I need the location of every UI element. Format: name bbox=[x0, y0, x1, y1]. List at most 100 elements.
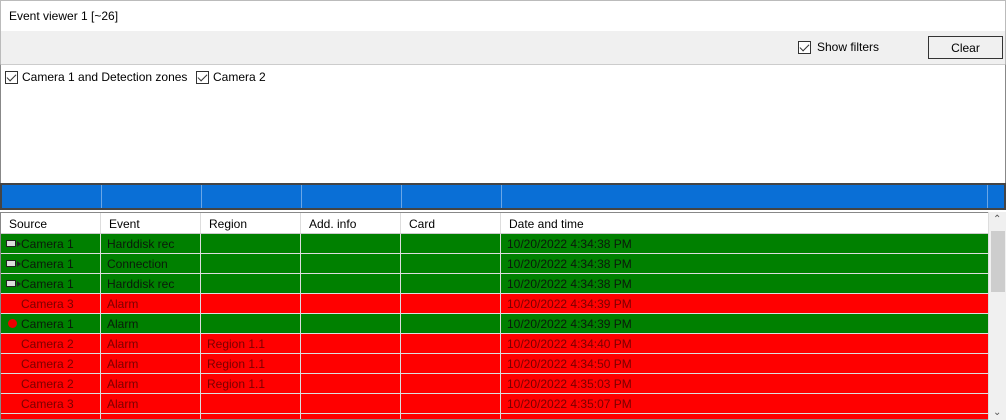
toolbar: Show filters Clear bbox=[0, 31, 1006, 64]
date-time-cell: 10/20/2022 4:34:39 PM bbox=[501, 294, 987, 313]
cell-text: 10/20/2022 4:34:39 PM bbox=[507, 297, 632, 311]
add-info-cell bbox=[301, 354, 401, 373]
card-cell bbox=[401, 294, 501, 313]
table-row[interactable]: Camera 3 Alarm 10/20/2022 4:34:39 PM bbox=[1, 294, 988, 314]
window-title: Event viewer 1 [~26] bbox=[0, 0, 1006, 31]
cell-text: 10/20/2022 4:34:50 PM bbox=[507, 357, 632, 371]
table-row[interactable]: Camera 1 Harddisk rec 10/20/2022 4:34:38 P… bbox=[1, 234, 988, 254]
card-cell bbox=[401, 354, 501, 373]
source-cell: Camera 1 bbox=[1, 314, 101, 333]
date-time-cell: 10/20/2022 4:35:07 PM bbox=[501, 394, 987, 413]
add-info-cell bbox=[301, 334, 401, 353]
table-row[interactable]: Camera 2 Alarm Region 1.1 10/20/2022 4:34:5… bbox=[1, 354, 988, 374]
cell-text: Alarm bbox=[107, 397, 139, 411]
filter-cell[interactable] bbox=[302, 185, 402, 208]
event-cell: Alarm bbox=[101, 334, 201, 353]
cell-text: Camera 2 bbox=[21, 337, 74, 351]
scroll-down-icon[interactable]: ⌄ bbox=[993, 407, 1001, 418]
cell-text: 10/20/2022 4:34:39 PM bbox=[507, 317, 632, 331]
add-info-cell bbox=[301, 274, 401, 293]
table-row[interactable]: Camera 1 Alarm 10/20/2022 4:34:39 PM bbox=[1, 314, 988, 334]
table-row[interactable]: Camera 2 Alarm Region 1.1 10/20/2022 4:34:4… bbox=[1, 334, 988, 354]
filter-cell[interactable] bbox=[102, 185, 202, 208]
cell-text: Harddisk rec bbox=[107, 277, 175, 291]
filter-cell[interactable] bbox=[2, 185, 102, 208]
cell-text: Camera 1 bbox=[21, 277, 74, 291]
date-time-cell: 10/20/2022 4:34:39 PM bbox=[501, 314, 987, 333]
table-row[interactable]: Camera 1 Connection 10/20/2022 4:34:38 PM bbox=[1, 254, 988, 274]
region-cell: Region 1.1 bbox=[201, 334, 301, 353]
column-header-add-info[interactable]: Add. info bbox=[301, 213, 401, 233]
show-filters-checkbox[interactable]: Show filters bbox=[798, 40, 879, 54]
source-cell: Camera 2 bbox=[1, 334, 101, 353]
cell-text: Camera 2 bbox=[21, 377, 74, 391]
filter-cell[interactable] bbox=[202, 185, 302, 208]
date-time-cell: 10/20/2022 4:35:03 PM bbox=[501, 374, 987, 393]
cell-text: 10/20/2022 4:34:38 PM bbox=[507, 237, 632, 251]
card-cell bbox=[401, 374, 501, 393]
checkbox-checked-icon bbox=[798, 40, 811, 54]
add-info-cell bbox=[301, 374, 401, 393]
date-time-cell: 10/20/2022 4:34:38 PM bbox=[501, 234, 987, 253]
column-header-region[interactable]: Region bbox=[201, 213, 301, 233]
source-cell bbox=[1, 414, 101, 419]
table-row[interactable] bbox=[1, 414, 988, 419]
cell-text: 10/20/2022 4:34:40 PM bbox=[507, 337, 632, 351]
add-info-cell bbox=[301, 254, 401, 273]
add-info-cell bbox=[301, 234, 401, 253]
region-cell bbox=[201, 294, 301, 313]
events-table: Source Event Region Add. info Card Date … bbox=[0, 212, 988, 420]
source-cell: Camera 1 bbox=[1, 274, 101, 293]
clear-button[interactable]: Clear bbox=[928, 36, 1003, 59]
card-cell bbox=[401, 274, 501, 293]
event-cell: Alarm bbox=[101, 314, 201, 333]
camera-icon bbox=[6, 260, 21, 267]
card-cell bbox=[401, 234, 501, 253]
cell-text: 10/20/2022 4:35:07 PM bbox=[507, 397, 632, 411]
cell-text: Alarm bbox=[107, 317, 139, 331]
camera-icon bbox=[6, 240, 21, 247]
cell-text: Connection bbox=[107, 257, 168, 271]
source-cell: Camera 2 bbox=[1, 354, 101, 373]
region-cell bbox=[201, 254, 301, 273]
cell-text: 10/20/2022 4:34:38 PM bbox=[507, 257, 632, 271]
filter-label: Camera 1 and Detection zones bbox=[22, 70, 188, 84]
cell-text: Alarm bbox=[107, 297, 139, 311]
column-header-card[interactable]: Card bbox=[401, 213, 501, 233]
vertical-scrollbar[interactable]: ⌃ ⌄ bbox=[988, 212, 1006, 420]
filter-cell[interactable] bbox=[402, 185, 502, 208]
column-filter-bar[interactable] bbox=[0, 183, 1006, 210]
cell-text: Alarm bbox=[107, 357, 139, 371]
column-header-source[interactable]: Source bbox=[1, 213, 101, 233]
cell-text: Camera 3 bbox=[21, 397, 74, 411]
cell-text: Region 1.1 bbox=[207, 337, 266, 351]
event-cell: Harddisk rec bbox=[101, 274, 201, 293]
event-cell bbox=[101, 414, 201, 419]
table-row[interactable]: Camera 3 Alarm 10/20/2022 4:35:07 PM bbox=[1, 394, 988, 414]
filter-label: Camera 2 bbox=[213, 70, 266, 84]
event-cell: Alarm bbox=[101, 294, 201, 313]
filter-camera-2[interactable]: Camera 2 bbox=[196, 70, 266, 84]
table-header: Source Event Region Add. info Card Date … bbox=[1, 213, 988, 234]
show-filters-label: Show filters bbox=[817, 40, 880, 54]
date-time-cell: 10/20/2022 4:34:50 PM bbox=[501, 354, 987, 373]
card-cell bbox=[401, 314, 501, 333]
filter-camera-1[interactable]: Camera 1 and Detection zones bbox=[5, 70, 187, 84]
card-cell bbox=[401, 334, 501, 353]
region-cell: Region 1.1 bbox=[201, 354, 301, 373]
column-header-date-time[interactable]: Date and time bbox=[501, 213, 987, 233]
region-cell: Region 1.1 bbox=[201, 374, 301, 393]
scrollbar-thumb[interactable] bbox=[991, 231, 1005, 292]
camera-icon bbox=[6, 280, 21, 287]
filter-cell[interactable] bbox=[502, 185, 988, 208]
event-cell: Harddisk rec bbox=[101, 234, 201, 253]
card-cell bbox=[401, 414, 501, 419]
region-cell bbox=[201, 274, 301, 293]
table-row[interactable]: Camera 2 Alarm Region 1.1 10/20/2022 4:35:0… bbox=[1, 374, 988, 394]
scroll-up-icon[interactable]: ⌃ bbox=[993, 214, 1001, 225]
column-header-event[interactable]: Event bbox=[101, 213, 201, 233]
add-info-cell bbox=[301, 314, 401, 333]
table-row[interactable]: Camera 1 Harddisk rec 10/20/2022 4:34:38 P… bbox=[1, 274, 988, 294]
date-time-cell: 10/20/2022 4:34:40 PM bbox=[501, 334, 987, 353]
event-cell: Alarm bbox=[101, 374, 201, 393]
